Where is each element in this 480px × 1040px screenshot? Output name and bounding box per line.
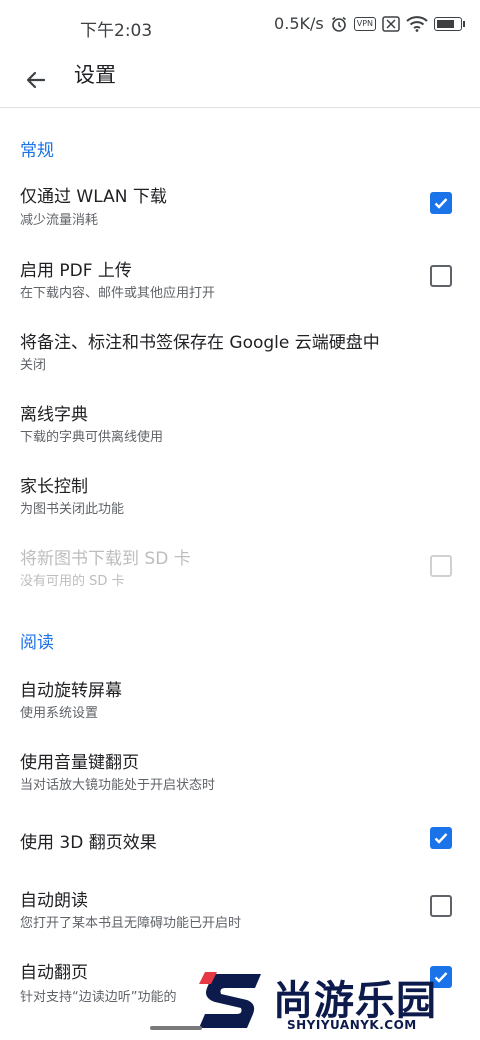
setting-title: 离线字典 — [20, 405, 88, 425]
setting-3d-page-effect[interactable]: 使用 3D 翻页效果 — [0, 806, 480, 870]
battery-icon — [434, 16, 465, 31]
setting-auto-read[interactable]: 自动朗读 您打开了某本书且无障碍功能已开启时 — [0, 870, 480, 942]
watermark-s-icon — [199, 972, 261, 1028]
setting-title: 仅通过 WLAN 下载 — [20, 187, 167, 207]
checkbox-unchecked[interactable] — [430, 895, 452, 917]
setting-title: 使用音量键翻页 — [20, 753, 139, 773]
setting-volume-key-page[interactable]: 使用音量键翻页 当对话放大镜功能处于开启状态时 — [0, 734, 480, 806]
watermark-sub: SHYIYUANYK.COM — [287, 1018, 417, 1032]
setting-save-to-drive[interactable]: 将备注、标注和书签保存在 Google 云端硬盘中 关闭 — [0, 312, 480, 384]
sim-off-icon — [382, 15, 400, 32]
setting-subtitle: 当对话放大镜功能处于开启状态时 — [20, 778, 216, 793]
setting-subtitle: 关闭 — [20, 358, 47, 373]
setting-title: 将新图书下载到 SD 卡 — [20, 549, 191, 569]
setting-subtitle: 没有可用的 SD 卡 — [20, 574, 125, 589]
setting-subtitle: 为图书关闭此功能 — [20, 502, 125, 517]
nav-gesture-handle[interactable] — [150, 1026, 202, 1030]
section-header-general: 常规 — [20, 141, 54, 161]
setting-title: 家长控制 — [20, 477, 88, 497]
status-icons: 0.5K/s VPN — [274, 14, 465, 33]
setting-subtitle: 使用系统设置 — [20, 706, 99, 721]
setting-auto-rotate[interactable]: 自动旋转屏幕 使用系统设置 — [0, 662, 480, 734]
setting-title: 将备注、标注和书签保存在 Google 云端硬盘中 — [20, 333, 380, 353]
section-header-reading: 阅读 — [20, 633, 54, 653]
setting-title: 自动旋转屏幕 — [20, 681, 122, 701]
arrow-back-icon — [26, 71, 46, 89]
setting-subtitle: 下载的字典可供离线使用 — [20, 430, 164, 445]
setting-offline-dictionary[interactable]: 离线字典 下载的字典可供离线使用 — [0, 384, 480, 456]
setting-wlan-only[interactable]: 仅通过 WLAN 下载 减少流量消耗 — [0, 168, 480, 240]
setting-subtitle: 在下载内容、邮件或其他应用打开 — [20, 286, 216, 301]
app-bar: 设置 — [0, 54, 480, 108]
status-time: 下午2:03 — [80, 21, 153, 41]
alarm-icon — [330, 15, 348, 33]
vpn-icon: VPN — [353, 16, 376, 31]
back-button[interactable] — [18, 62, 54, 98]
setting-title: 启用 PDF 上传 — [20, 261, 132, 281]
setting-subtitle: 针对支持“边读边听”功能的 — [20, 990, 177, 1005]
setting-title: 使用 3D 翻页效果 — [20, 833, 157, 853]
checkbox-disabled — [430, 555, 452, 577]
setting-subtitle: 您打开了某本书且无障碍功能已开启时 — [20, 916, 242, 931]
checkbox-checked[interactable] — [430, 827, 452, 849]
network-speed: 0.5K/s — [274, 14, 324, 33]
setting-title: 自动朗读 — [20, 891, 88, 911]
page-title: 设置 — [74, 63, 116, 87]
setting-parental-control[interactable]: 家长控制 为图书关闭此功能 — [0, 456, 480, 528]
setting-subtitle: 减少流量消耗 — [20, 213, 99, 228]
setting-pdf-upload[interactable]: 启用 PDF 上传 在下载内容、邮件或其他应用打开 — [0, 240, 480, 312]
status-bar: 下午2:03 0.5K/s VPN — [0, 0, 480, 54]
checkbox-unchecked[interactable] — [430, 265, 452, 287]
wifi-icon — [406, 15, 428, 32]
checkbox-checked[interactable] — [430, 192, 452, 214]
setting-sd-card: 将新图书下载到 SD 卡 没有可用的 SD 卡 — [0, 528, 480, 600]
setting-title: 自动翻页 — [20, 963, 88, 983]
watermark-logo: 尚游乐园 SHYIYUANYK.COM — [195, 966, 480, 1040]
